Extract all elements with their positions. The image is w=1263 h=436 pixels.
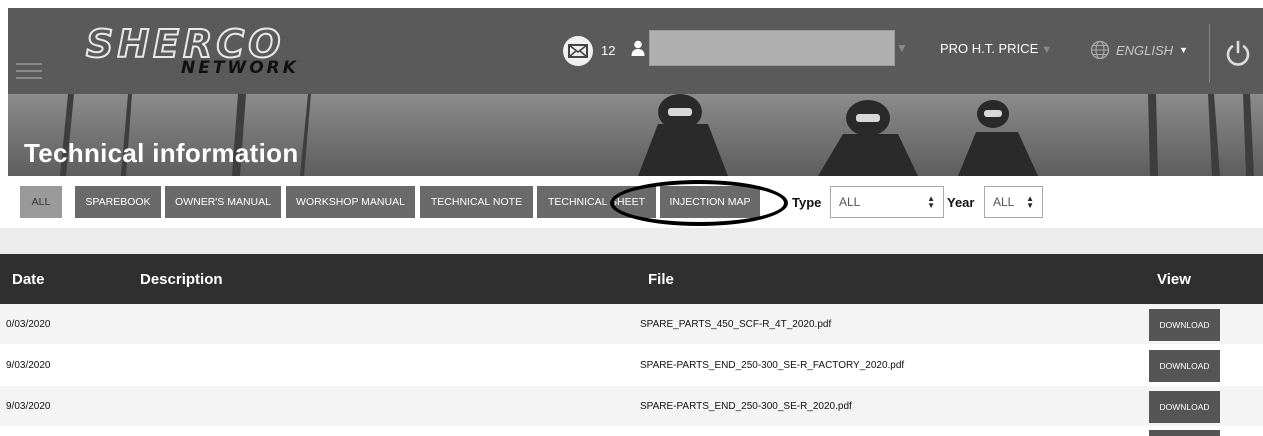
price-label: PRO H.T. PRICE <box>940 41 1039 56</box>
power-icon[interactable] <box>1223 38 1253 68</box>
logo-line2: NETWORK <box>181 58 299 78</box>
type-select-value: ALL <box>839 195 861 209</box>
download-button[interactable]: DOWNLOAD <box>1149 350 1220 382</box>
download-button-partial[interactable] <box>1149 430 1220 436</box>
price-caret-icon: ▼ <box>1041 44 1053 56</box>
filter-technical-sheet-button[interactable]: TECHNICAL SHEET <box>537 186 656 218</box>
column-header-file[interactable]: File <box>648 271 674 288</box>
year-select-value: ALL <box>993 195 1015 209</box>
globe-icon <box>1090 40 1110 60</box>
filter-technical-note-button[interactable]: TECHNICAL NOTE <box>420 186 533 218</box>
page-title: Technical information <box>24 138 299 168</box>
sherco-network-logo[interactable]: SHERCO NETWORK <box>85 24 336 80</box>
download-button[interactable]: DOWNLOAD <box>1149 391 1220 423</box>
table-row: 9/03/2020 SPARE-PARTS_END_250-300_SE-R_2… <box>0 386 1263 426</box>
type-select[interactable]: ALL ▲ ▼ <box>830 186 944 218</box>
filter-workshop-manual-button[interactable]: WORKSHOP MANUAL <box>286 186 415 218</box>
column-header-description[interactable]: Description <box>140 271 223 288</box>
year-label: Year <box>947 195 975 210</box>
row-file: SPARE-PARTS_END_250-300_SE-R_FACTORY_202… <box>640 360 905 371</box>
year-select[interactable]: ALL ▲ ▼ <box>984 186 1043 218</box>
row-date: 9/03/2020 <box>6 360 51 371</box>
spacer-strip <box>0 228 1263 254</box>
language-label: ENGLISH <box>1116 42 1174 58</box>
column-header-date[interactable]: Date <box>12 271 45 288</box>
user-dropdown-caret-icon[interactable]: ▼ <box>896 41 908 55</box>
column-header-view[interactable]: View <box>1157 271 1191 288</box>
top-header: SHERCO NETWORK 12 ▼ PRO H.T. PRICE ▼ ENGL… <box>8 8 1263 94</box>
filter-sparebook-button[interactable]: SPAREBOOK <box>75 186 161 218</box>
user-account-dropdown[interactable] <box>649 30 895 66</box>
type-label: Type <box>792 195 822 210</box>
banner: Technical information <box>8 94 1263 176</box>
select-arrows-icon: ▲ ▼ <box>927 194 935 210</box>
row-file: SPARE_PARTS_450_SCF-R_4T_2020.pdf <box>640 319 832 330</box>
filter-injection-map-button[interactable]: INJECTION MAP <box>660 186 760 218</box>
table-row: 0/03/2020 SPARE_PARTS_450_SCF-R_4T_2020.… <box>0 304 1263 344</box>
user-icon <box>631 40 645 56</box>
row-date: 0/03/2020 <box>6 319 51 330</box>
language-caret-icon: ▼ <box>1179 45 1188 55</box>
price-selector[interactable]: PRO H.T. PRICE ▼ <box>940 41 1052 56</box>
table-header: Date Description File View <box>0 254 1263 304</box>
table-row: 9/03/2020 SPARE-PARTS_END_250-300_SE-R_F… <box>0 345 1263 385</box>
header-divider <box>1209 24 1210 82</box>
hamburger-icon[interactable] <box>16 63 42 79</box>
row-file: SPARE-PARTS_END_250-300_SE-R_2020.pdf <box>640 401 852 412</box>
mail-count[interactable]: 12 <box>601 43 615 58</box>
row-date: 9/03/2020 <box>6 401 51 412</box>
select-arrows-icon: ▲ ▼ <box>1026 194 1034 210</box>
download-button[interactable]: DOWNLOAD <box>1149 309 1220 341</box>
filter-owners-manual-button[interactable]: OWNER'S MANUAL <box>165 186 281 218</box>
mail-icon[interactable] <box>563 36 593 66</box>
filter-all-button[interactable]: ALL <box>20 186 62 218</box>
filter-bar: ALL SPAREBOOK OWNER'S MANUAL WORKSHOP MA… <box>0 176 1263 228</box>
language-selector[interactable]: ENGLISH ▼ <box>1090 40 1188 60</box>
